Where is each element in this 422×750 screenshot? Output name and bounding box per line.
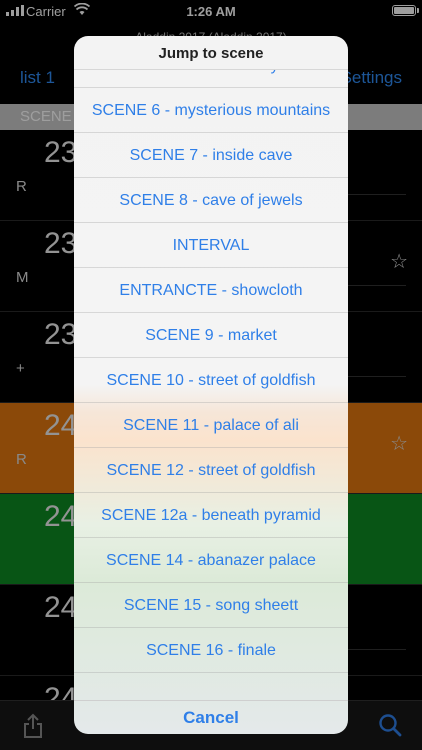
- jump-to-scene-sheet: Jump to scene SCENE 5 - laundry SCENE 6 …: [74, 36, 348, 734]
- scene-option[interactable]: SCENE 10 - street of goldfish: [74, 358, 348, 403]
- scene-option[interactable]: SCENE 5 - laundry: [74, 70, 348, 88]
- scene-option[interactable]: SCENE 8 - cave of jewels: [74, 178, 348, 223]
- scene-option[interactable]: SCENE 14 - abanazer palace: [74, 538, 348, 583]
- scene-option[interactable]: INTERVAL: [74, 223, 348, 268]
- scene-option[interactable]: SCENE 6 - mysterious mountains: [74, 88, 348, 133]
- scene-option[interactable]: SCENE 7 - inside cave: [74, 133, 348, 178]
- sheet-title: Jump to scene: [74, 36, 348, 70]
- scene-option[interactable]: SCENE 15 - song sheett: [74, 583, 348, 628]
- scene-list[interactable]: SCENE 5 - laundry SCENE 6 - mysterious m…: [74, 70, 348, 700]
- cancel-button[interactable]: Cancel: [74, 700, 348, 734]
- scene-option[interactable]: SCENE 11 - palace of ali: [74, 403, 348, 448]
- scene-option[interactable]: SCENE 12 - street of goldfish: [74, 448, 348, 493]
- scene-option[interactable]: SCENE 12a - beneath pyramid: [74, 493, 348, 538]
- scene-option[interactable]: SCENE 9 - market: [74, 313, 348, 358]
- scene-option[interactable]: SCENE 16 - finale: [74, 628, 348, 673]
- scene-option[interactable]: ENTRANCTE - showcloth: [74, 268, 348, 313]
